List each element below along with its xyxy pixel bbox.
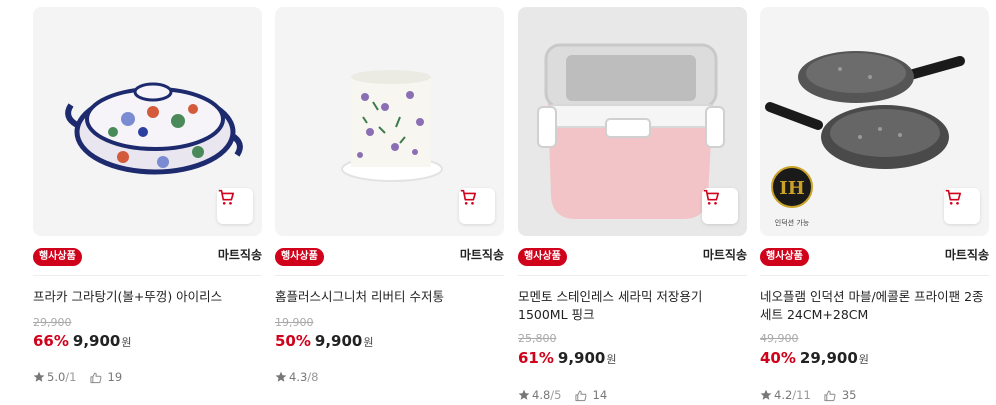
like-icon xyxy=(89,372,101,383)
cart-icon xyxy=(218,189,235,205)
add-to-cart-button[interactable] xyxy=(217,188,253,224)
ih-mark: IH xyxy=(779,178,804,199)
price-row: 50% 9,900원 xyxy=(275,332,373,350)
product-image[interactable] xyxy=(518,7,747,236)
event-badge: 행사상품 xyxy=(275,248,324,266)
like-icon xyxy=(824,390,836,401)
sale-price: 29,900 xyxy=(799,349,858,367)
product-card[interactable]: 행사상품 마트직송 홈플러스시그니처 리버티 수저통 19,900 50% 9,9… xyxy=(275,0,504,405)
add-to-cart-button[interactable] xyxy=(459,188,495,224)
sale-price: 9,900 xyxy=(557,349,606,367)
shipping-label: 마트직송 xyxy=(944,248,989,262)
price-row: 61% 9,900원 xyxy=(518,349,616,367)
event-badge: 행사상품 xyxy=(518,248,567,266)
event-badge: 행사상품 xyxy=(760,248,809,266)
original-price: 25,800 xyxy=(518,332,557,345)
review-count: /11 xyxy=(792,388,811,402)
divider xyxy=(760,275,989,276)
product-meta: 4.2/11 35 xyxy=(760,388,856,402)
discount-rate: 66% xyxy=(33,332,69,350)
product-name[interactable]: 프라카 그라탕기(볼+뚜껑) 아이리스 xyxy=(33,288,262,306)
product-image[interactable]: IH 인덕션 가능 xyxy=(760,7,989,236)
discount-rate: 50% xyxy=(275,332,311,350)
product-image[interactable] xyxy=(275,7,504,236)
rating-value: 4.2 xyxy=(774,388,793,402)
star-icon xyxy=(33,371,45,382)
review-count: /5 xyxy=(550,388,562,402)
induction-label: 인덕션 가능 xyxy=(775,218,810,227)
star-icon xyxy=(760,389,772,400)
rating-value: 5.0 xyxy=(47,370,66,384)
like-count: 35 xyxy=(841,388,857,402)
like-count: 19 xyxy=(107,370,123,384)
price-row: 66% 9,900원 xyxy=(33,332,131,350)
currency-unit: 원 xyxy=(363,336,374,349)
product-meta: 5.0/1 19 xyxy=(33,370,122,384)
cart-icon xyxy=(703,189,720,205)
review-count: /8 xyxy=(307,370,319,384)
sale-price: 9,900 xyxy=(72,332,121,350)
original-price: 29,900 xyxy=(33,316,72,329)
shipping-label: 마트직송 xyxy=(702,248,747,262)
cart-icon xyxy=(945,189,962,205)
product-card[interactable]: 행사상품 마트직송 프라카 그라탕기(볼+뚜껑) 아이리스 29,900 66%… xyxy=(33,0,262,405)
product-card[interactable]: IH 인덕션 가능 행사상품 마트직송 네오플램 인덕션 마블/에콜론 프라이팬… xyxy=(760,0,989,405)
shipping-label: 마트직송 xyxy=(459,248,504,262)
event-badge: 행사상품 xyxy=(33,248,82,266)
discount-rate: 61% xyxy=(518,349,554,367)
rating-value: 4.8 xyxy=(532,388,551,402)
product-card[interactable]: 행사상품 마트직송 모멘토 스테인레스 세라믹 저장용기 1500ML 핑크 2… xyxy=(518,0,747,405)
product-name[interactable]: 모멘토 스테인레스 세라믹 저장용기 1500ML 핑크 xyxy=(518,288,747,324)
product-image[interactable] xyxy=(33,7,262,236)
add-to-cart-button[interactable] xyxy=(702,188,738,224)
sale-price: 9,900 xyxy=(314,332,363,350)
product-meta: 4.8/5 14 xyxy=(518,388,607,402)
currency-unit: 원 xyxy=(858,353,869,366)
currency-unit: 원 xyxy=(606,353,617,366)
like-icon xyxy=(574,390,586,401)
divider xyxy=(518,275,747,276)
price-row: 40% 29,900원 xyxy=(760,349,869,367)
product-name[interactable]: 네오플램 인덕션 마블/에콜론 프라이팬 2종 세트 24CM+28CM xyxy=(760,288,989,324)
currency-unit: 원 xyxy=(121,336,132,349)
product-meta: 4.3/8 xyxy=(275,370,319,384)
original-price: 49,900 xyxy=(760,332,799,345)
divider xyxy=(275,275,504,276)
product-name[interactable]: 홈플러스시그니처 리버티 수저통 xyxy=(275,288,504,306)
star-icon xyxy=(275,371,287,382)
like-count: 14 xyxy=(592,388,608,402)
review-count: /1 xyxy=(65,370,77,384)
discount-rate: 40% xyxy=(760,349,796,367)
original-price: 19,900 xyxy=(275,316,314,329)
add-to-cart-button[interactable] xyxy=(944,188,980,224)
rating-value: 4.3 xyxy=(289,370,308,384)
shipping-label: 마트직송 xyxy=(217,248,262,262)
cart-icon xyxy=(460,189,477,205)
star-icon xyxy=(518,389,530,400)
divider xyxy=(33,275,262,276)
